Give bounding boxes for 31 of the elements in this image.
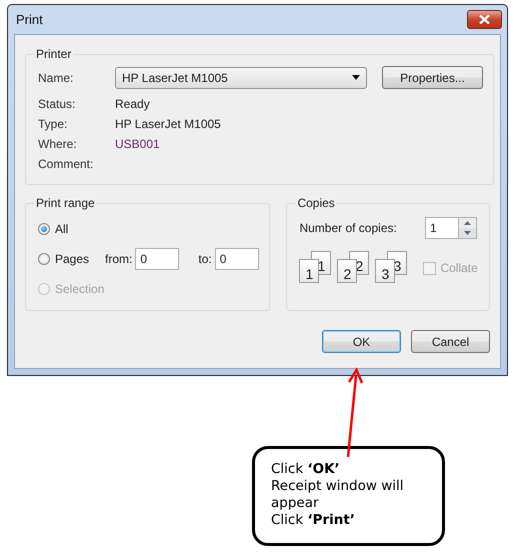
close-icon [479,15,490,24]
callout-text: Receipt window will appear [271,478,405,512]
option-label[interactable]: Pages [55,252,90,266]
info-label: Where: [38,137,78,151]
field-label: from: [105,252,132,266]
info-label: Comment: [38,157,94,171]
info-value: USB001 [115,137,161,151]
field-label: Number of copies: [299,221,397,235]
printer-dropdown[interactable]: HP LaserJet M1005 [115,66,367,88]
option-label[interactable]: All [55,222,68,236]
window-title: Print [15,12,43,27]
close-button[interactable] [467,10,502,29]
to-field[interactable]: 0 [214,248,259,270]
field-label: to: [198,252,212,266]
radio-button[interactable] [38,253,50,265]
info-value: HP LaserJet M1005 [115,117,222,131]
info-label: Type: [38,117,68,131]
field-label: Name: [38,70,74,84]
callout-text: Click ‘Print’ [271,512,356,529]
group-title: Printer [35,47,72,61]
radio-button[interactable] [38,223,50,235]
properties-button[interactable]: Properties... [382,66,483,89]
from-field[interactable]: 0 [135,248,180,270]
cancel-button[interactable]: Cancel [411,330,490,353]
callout-text: Click ‘OK’ [271,461,341,478]
group-title: Copies [296,196,336,210]
ok-button[interactable]: OK [322,330,401,353]
group-title: Print range [35,196,96,210]
info-label: Status: [38,97,76,111]
info-value: Ready [115,97,151,111]
dropdown-arrow-icon [352,75,360,80]
